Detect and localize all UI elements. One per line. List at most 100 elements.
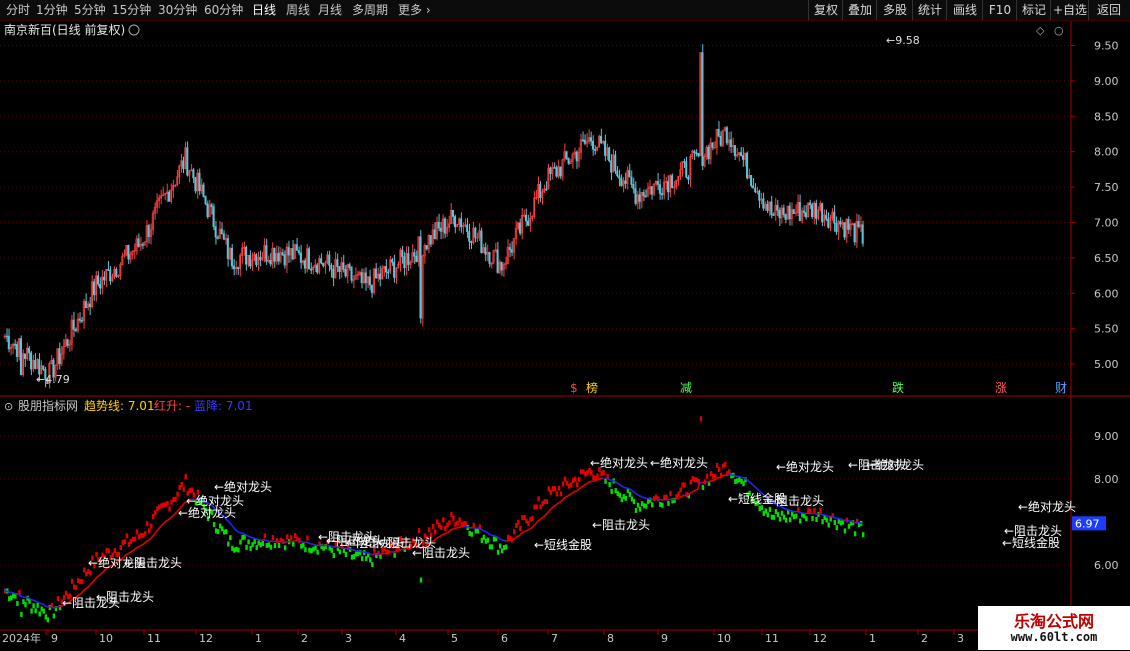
- trend-line-blue: [45, 605, 47, 606]
- indicator-block: [53, 613, 55, 618]
- toolbar-button-6[interactable]: 标记: [1016, 0, 1051, 20]
- event-marker[interactable]: 减: [680, 381, 692, 395]
- indicator-block: [168, 507, 170, 512]
- trend-line-blue: [306, 542, 308, 543]
- toolbar-button-8[interactable]: 返回: [1088, 0, 1129, 20]
- signal-annotation: ←绝对龙头: [650, 455, 708, 470]
- event-marker[interactable]: 跌: [892, 380, 904, 395]
- kline-chart[interactable]: 9.509.008.508.007.507.006.506.005.505.00…: [0, 21, 1130, 651]
- candle-body: [38, 360, 39, 374]
- indicator-block: [471, 532, 473, 537]
- candle-body: [809, 203, 810, 205]
- time-axis-label: 5: [451, 632, 458, 645]
- toolbar-button-4[interactable]: 画线: [946, 0, 983, 20]
- trend-line-blue: [30, 599, 32, 600]
- toolbar-button-1[interactable]: 叠加: [842, 0, 877, 20]
- time-axis-label: 2024年: [2, 631, 41, 645]
- candle-body: [763, 199, 764, 208]
- toolbar-button-0[interactable]: 复权: [808, 0, 843, 20]
- indicator-block: [862, 532, 864, 537]
- candle-body: [708, 147, 709, 159]
- toolbar-button-3[interactable]: 统计: [912, 0, 947, 20]
- candle-body: [777, 205, 778, 210]
- indicator-block: [635, 508, 637, 513]
- event-marker[interactable]: $: [570, 381, 578, 395]
- trend-line-blue: [363, 552, 365, 553]
- candle-body: [594, 149, 595, 150]
- trend-line-blue: [852, 521, 854, 522]
- indicator-block: [270, 545, 272, 550]
- period-tab-8[interactable]: 月线: [318, 2, 342, 18]
- toolbar-button-2[interactable]: 多股: [876, 0, 913, 20]
- diamond-icon[interactable]: ◇: [1036, 24, 1045, 37]
- indicator-block: [608, 482, 610, 487]
- candle-body: [16, 344, 17, 356]
- trend-line-blue: [631, 490, 633, 491]
- candle-body: [485, 248, 486, 255]
- candle-body: [848, 219, 849, 229]
- signal-annotation: ←绝对龙头: [186, 493, 244, 508]
- candle-body: [734, 145, 735, 155]
- indicator-block: [452, 516, 454, 521]
- indicator-block: [393, 553, 395, 558]
- indicator-block: [120, 545, 122, 550]
- toolbar-button-7[interactable]: +自选: [1050, 0, 1089, 20]
- period-tab-10[interactable]: 更多 ›: [398, 2, 431, 18]
- indicator-block: [633, 499, 635, 504]
- trend-line-blue: [38, 603, 40, 604]
- candle-body: [333, 269, 334, 278]
- period-tab-1[interactable]: 1分钟: [36, 2, 68, 18]
- trend-line-blue: [643, 497, 645, 498]
- indicator-block: [836, 525, 838, 530]
- candle-body: [195, 178, 196, 191]
- chart-title: 南京新百(日线 前复权): [4, 22, 125, 37]
- indicator-block: [345, 552, 347, 557]
- indicator-block: [854, 531, 856, 536]
- candle-body: [667, 182, 668, 192]
- trend-line-blue: [627, 488, 629, 489]
- candle-body: [501, 262, 502, 270]
- candle-body: [337, 260, 338, 267]
- indicator-block: [562, 481, 564, 486]
- candle-body: [712, 143, 713, 148]
- period-tab-4[interactable]: 30分钟: [158, 2, 197, 18]
- period-tab-0[interactable]: 分时: [6, 2, 30, 18]
- indicator-block: [361, 556, 363, 561]
- trend-line-blue: [264, 540, 266, 541]
- event-marker[interactable]: 榜: [586, 380, 598, 395]
- indicator-block: [805, 516, 807, 521]
- period-tab-6[interactable]: 日线: [252, 2, 276, 18]
- period-tab-5[interactable]: 60分钟: [204, 2, 243, 18]
- trend-line-blue: [797, 512, 799, 513]
- event-marker[interactable]: 财: [1055, 381, 1067, 395]
- candle-body: [20, 339, 21, 375]
- period-tab-7[interactable]: 周线: [286, 2, 310, 18]
- period-tab-3[interactable]: 15分钟: [112, 2, 151, 18]
- trend-line-blue: [637, 494, 639, 496]
- candle-body: [300, 253, 301, 263]
- candle-body: [304, 261, 305, 268]
- candle-body: [205, 196, 206, 203]
- candle-body: [75, 329, 76, 330]
- period-tab-2[interactable]: 5分钟: [74, 2, 106, 18]
- indicator-axis-label: 8.00: [1094, 473, 1119, 486]
- indicator-block: [576, 482, 578, 487]
- period-tab-9[interactable]: 多周期: [352, 2, 388, 18]
- candle-body: [408, 253, 409, 264]
- indicator-block: [428, 527, 430, 532]
- trend-line-blue: [619, 484, 621, 486]
- indicator-dropdown-icon[interactable]: ⊙: [4, 400, 13, 413]
- event-marker[interactable]: 涨: [995, 380, 1007, 395]
- signal-annotation: ←短线金股: [534, 537, 592, 552]
- title-dropdown-icon[interactable]: [129, 25, 139, 35]
- price-axis-label: 6.50: [1094, 252, 1119, 265]
- candle-body: [142, 244, 143, 245]
- toolbar-button-5[interactable]: F10: [982, 0, 1017, 20]
- indicator-block: [827, 522, 829, 527]
- trend-line-blue: [732, 475, 734, 476]
- candle-body: [550, 168, 551, 174]
- candle-body: [789, 206, 790, 219]
- circle-icon[interactable]: ○: [1054, 24, 1064, 37]
- trend-line-blue: [479, 528, 481, 529]
- candle-body: [527, 221, 528, 225]
